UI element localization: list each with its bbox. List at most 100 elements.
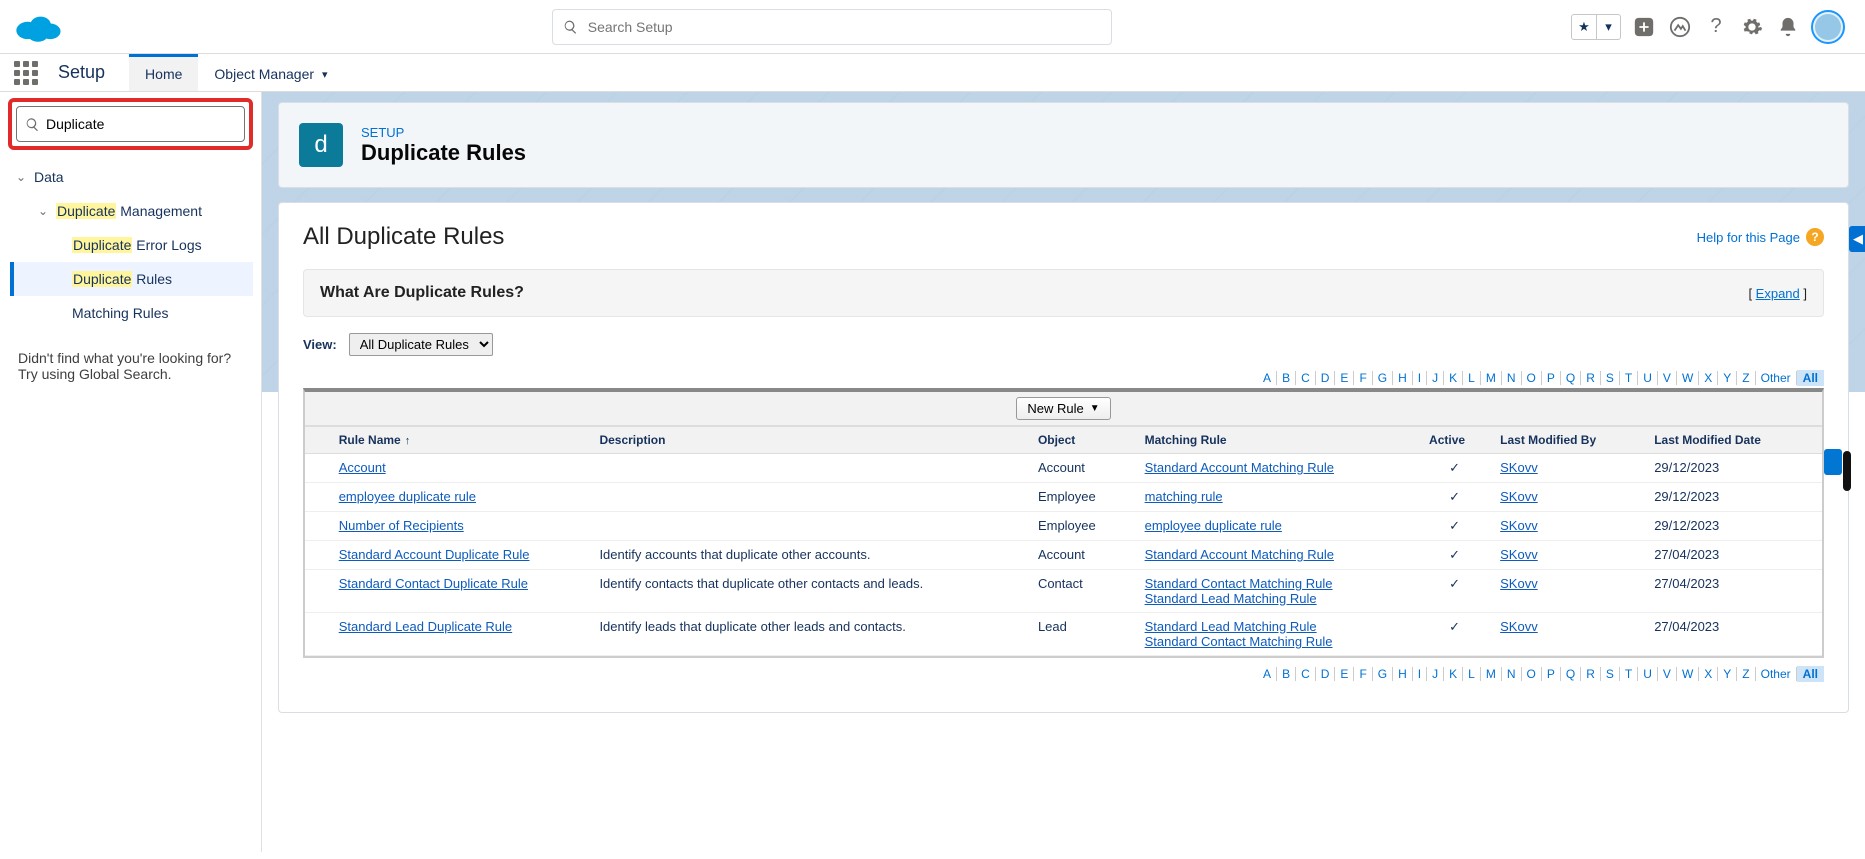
- modified-by-link[interactable]: SKovv: [1500, 460, 1538, 475]
- help-icon[interactable]: ?: [1703, 14, 1729, 40]
- alpha-H[interactable]: H: [1393, 371, 1413, 385]
- alpha-O[interactable]: O: [1522, 371, 1542, 385]
- matching-rule-link[interactable]: Standard Contact Matching Rule: [1145, 576, 1333, 591]
- rule-link[interactable]: Standard Contact Duplicate Rule: [339, 576, 528, 591]
- alpha-P[interactable]: P: [1542, 371, 1561, 385]
- alpha-I[interactable]: I: [1413, 371, 1427, 385]
- col-matching[interactable]: Matching Rule: [1135, 427, 1419, 454]
- add-icon[interactable]: [1631, 14, 1657, 40]
- tab-home[interactable]: Home: [129, 54, 198, 91]
- alpha-R[interactable]: R: [1581, 371, 1601, 385]
- modified-by-link[interactable]: SKovv: [1500, 576, 1538, 591]
- chevron-down-icon[interactable]: ▾: [1596, 15, 1620, 39]
- expand-toggle[interactable]: [ Expand ]: [1748, 286, 1807, 301]
- col-description[interactable]: Description: [589, 427, 1028, 454]
- alpha-B[interactable]: B: [1277, 371, 1296, 385]
- alpha-F[interactable]: F: [1354, 371, 1372, 385]
- alpha-D[interactable]: D: [1316, 667, 1336, 681]
- alpha-M[interactable]: M: [1481, 667, 1502, 681]
- tree-matching-rules[interactable]: Matching Rules: [10, 296, 253, 330]
- alpha-Y[interactable]: Y: [1718, 667, 1737, 681]
- modified-by-link[interactable]: SKovv: [1500, 518, 1538, 533]
- alpha-L[interactable]: L: [1463, 667, 1481, 681]
- matching-rule-link[interactable]: Standard Contact Matching Rule: [1145, 634, 1333, 649]
- alpha-E[interactable]: E: [1335, 667, 1354, 681]
- tree-duplicate-management[interactable]: ⌄ Duplicate Management: [10, 194, 253, 228]
- tab-object-manager[interactable]: Object Manager ▾: [198, 54, 343, 91]
- matching-rule-link[interactable]: Standard Account Matching Rule: [1145, 460, 1334, 475]
- tree-duplicate-rules[interactable]: Duplicate Rules: [10, 262, 253, 296]
- alpha-Y[interactable]: Y: [1718, 371, 1737, 385]
- alpha-S[interactable]: S: [1601, 667, 1620, 681]
- global-search[interactable]: [552, 9, 1112, 45]
- matching-rule-link[interactable]: employee duplicate rule: [1145, 518, 1282, 533]
- avatar[interactable]: [1811, 10, 1845, 44]
- alpha-K[interactable]: K: [1444, 667, 1463, 681]
- alpha-G[interactable]: G: [1373, 667, 1393, 681]
- alpha-B[interactable]: B: [1277, 667, 1296, 681]
- new-rule-button[interactable]: New Rule ▼: [1016, 397, 1110, 420]
- rule-link[interactable]: employee duplicate rule: [339, 489, 476, 504]
- alpha-J[interactable]: J: [1427, 371, 1444, 385]
- gear-icon[interactable]: [1739, 14, 1765, 40]
- rule-link[interactable]: Standard Lead Duplicate Rule: [339, 619, 512, 634]
- alpha-V[interactable]: V: [1658, 371, 1677, 385]
- app-launcher-icon[interactable]: [12, 59, 40, 87]
- alpha-D[interactable]: D: [1316, 371, 1336, 385]
- alpha-R[interactable]: R: [1581, 667, 1601, 681]
- alpha-K[interactable]: K: [1444, 371, 1463, 385]
- alpha-Q[interactable]: Q: [1561, 371, 1581, 385]
- alpha-C[interactable]: C: [1296, 371, 1316, 385]
- alpha-J[interactable]: J: [1427, 667, 1444, 681]
- view-select[interactable]: All Duplicate Rules: [349, 333, 493, 356]
- alpha-N[interactable]: N: [1502, 371, 1522, 385]
- alpha-U[interactable]: U: [1638, 371, 1658, 385]
- col-modifieddate[interactable]: Last Modified Date: [1644, 427, 1822, 454]
- alpha-T[interactable]: T: [1620, 667, 1638, 681]
- side-pill-icon[interactable]: [1843, 451, 1851, 491]
- col-modifiedby[interactable]: Last Modified By: [1490, 427, 1644, 454]
- alpha-A[interactable]: A: [1258, 371, 1277, 385]
- alpha-Z[interactable]: Z: [1737, 371, 1755, 385]
- alpha-U[interactable]: U: [1638, 667, 1658, 681]
- alpha-P[interactable]: P: [1542, 667, 1561, 681]
- trailhead-icon[interactable]: [1667, 14, 1693, 40]
- sidebar-search[interactable]: [16, 106, 245, 142]
- modified-by-link[interactable]: SKovv: [1500, 547, 1538, 562]
- alpha-T[interactable]: T: [1620, 371, 1638, 385]
- alpha-G[interactable]: G: [1373, 371, 1393, 385]
- alpha-Q[interactable]: Q: [1561, 667, 1581, 681]
- bell-icon[interactable]: [1775, 14, 1801, 40]
- star-icon[interactable]: ★: [1572, 15, 1596, 39]
- rule-link[interactable]: Number of Recipients: [339, 518, 464, 533]
- matching-rule-link[interactable]: Standard Lead Matching Rule: [1145, 619, 1317, 634]
- alpha-M[interactable]: M: [1481, 371, 1502, 385]
- global-search-input[interactable]: [588, 19, 1101, 35]
- rule-link[interactable]: Standard Account Duplicate Rule: [339, 547, 530, 562]
- modified-by-link[interactable]: SKovv: [1500, 619, 1538, 634]
- matching-rule-link[interactable]: matching rule: [1145, 489, 1223, 504]
- alpha-H[interactable]: H: [1393, 667, 1413, 681]
- alpha-all[interactable]: All: [1797, 666, 1824, 682]
- help-link[interactable]: Help for this Page ?: [1697, 228, 1824, 246]
- alpha-I[interactable]: I: [1413, 667, 1427, 681]
- col-rulename[interactable]: Rule Name↑: [329, 427, 590, 454]
- modified-by-link[interactable]: SKovv: [1500, 489, 1538, 504]
- alpha-L[interactable]: L: [1463, 371, 1481, 385]
- alpha-all[interactable]: All: [1797, 370, 1824, 386]
- alpha-A[interactable]: A: [1258, 667, 1277, 681]
- alpha-W[interactable]: W: [1677, 371, 1699, 385]
- favorites-split[interactable]: ★ ▾: [1571, 14, 1621, 40]
- alpha-X[interactable]: X: [1699, 667, 1718, 681]
- matching-rule-link[interactable]: Standard Lead Matching Rule: [1145, 591, 1317, 606]
- alpha-W[interactable]: W: [1677, 667, 1699, 681]
- alpha-O[interactable]: O: [1522, 667, 1542, 681]
- alpha-E[interactable]: E: [1335, 371, 1354, 385]
- col-active[interactable]: Active: [1419, 427, 1490, 454]
- side-handle-icon[interactable]: [1824, 449, 1842, 475]
- alpha-S[interactable]: S: [1601, 371, 1620, 385]
- tree-duplicate-error-logs[interactable]: Duplicate Error Logs: [10, 228, 253, 262]
- alpha-C[interactable]: C: [1296, 667, 1316, 681]
- matching-rule-link[interactable]: Standard Account Matching Rule: [1145, 547, 1334, 562]
- sidebar-search-input[interactable]: [46, 116, 236, 132]
